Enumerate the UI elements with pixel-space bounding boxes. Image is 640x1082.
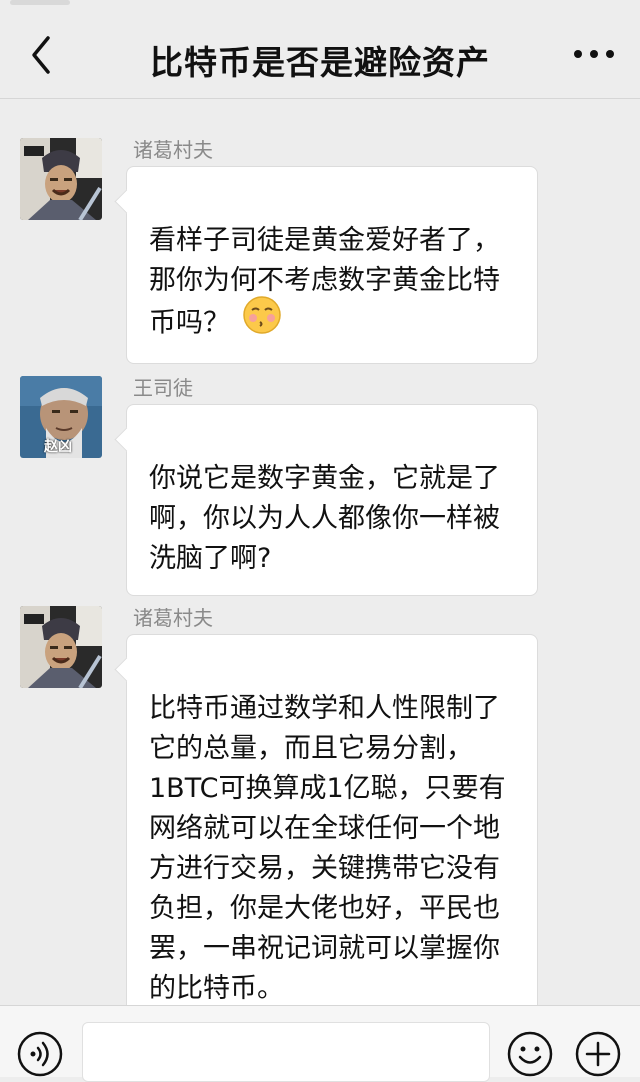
avatar-image (20, 138, 102, 220)
avatar-image (20, 606, 102, 688)
status-bar (0, 0, 640, 12)
page-title: 比特币是否是避险资产 (150, 43, 490, 82)
status-bar-indicators (10, 0, 70, 5)
emoji-button[interactable] (506, 1030, 554, 1078)
message-bubble[interactable]: 你说它是数字黄金，它就是了 啊，你以为人人都像你一样被 洗脑了啊? (114, 404, 538, 596)
bubble-tail (114, 657, 139, 682)
chevron-left-icon (32, 36, 50, 74)
avatar-caption: 赵凶 (44, 439, 72, 455)
more-button[interactable] (570, 42, 618, 66)
more-dots-icon (574, 50, 614, 58)
message-text: 比特币通过数学和人性限制了 它的总量，而且它易分割， 1BTC可换算成1亿聪，只… (149, 693, 506, 1004)
sender-name: 诸葛村夫 (133, 138, 213, 162)
wang-situ-avatar[interactable]: 赵凶 (20, 376, 102, 458)
emoji-icon (507, 1031, 553, 1077)
voice-button[interactable] (16, 1030, 64, 1078)
chat-area[interactable]: 诸葛村夫 看样子司徒是黄金爱好者了， 那你为何不考虑数字黄金比特 币吗？ 赵凶 … (0, 99, 640, 1005)
plus-button[interactable] (574, 1030, 622, 1078)
message-text: 看样子司徒是黄金爱好者了， 那你为何不考虑数字黄金比特 币吗？ (149, 225, 500, 339)
nav-bar: 比特币是否是避险资产 (0, 12, 640, 99)
message-text: 你说它是数字黄金，它就是了 啊，你以为人人都像你一样被 洗脑了啊? (149, 463, 500, 574)
zhuge-avatar[interactable] (20, 606, 102, 688)
message-bubble[interactable]: 看样子司徒是黄金爱好者了， 那你为何不考虑数字黄金比特 币吗？ (114, 166, 538, 364)
bubble-tail (114, 427, 139, 452)
bubble-tail (114, 189, 139, 214)
message-bubble[interactable]: 比特币通过数学和人性限制了 它的总量，而且它易分割， 1BTC可换算成1亿聪，只… (114, 634, 538, 1005)
sender-name: 诸葛村夫 (133, 606, 213, 630)
blushing-face-emoji (242, 295, 282, 347)
zhuge-avatar[interactable] (20, 138, 102, 220)
sender-name: 王司徒 (133, 376, 193, 400)
message-input[interactable] (82, 1022, 490, 1082)
back-button[interactable] (22, 30, 66, 80)
voice-icon (17, 1031, 63, 1077)
input-bar (0, 1005, 640, 1082)
plus-icon (575, 1031, 621, 1077)
